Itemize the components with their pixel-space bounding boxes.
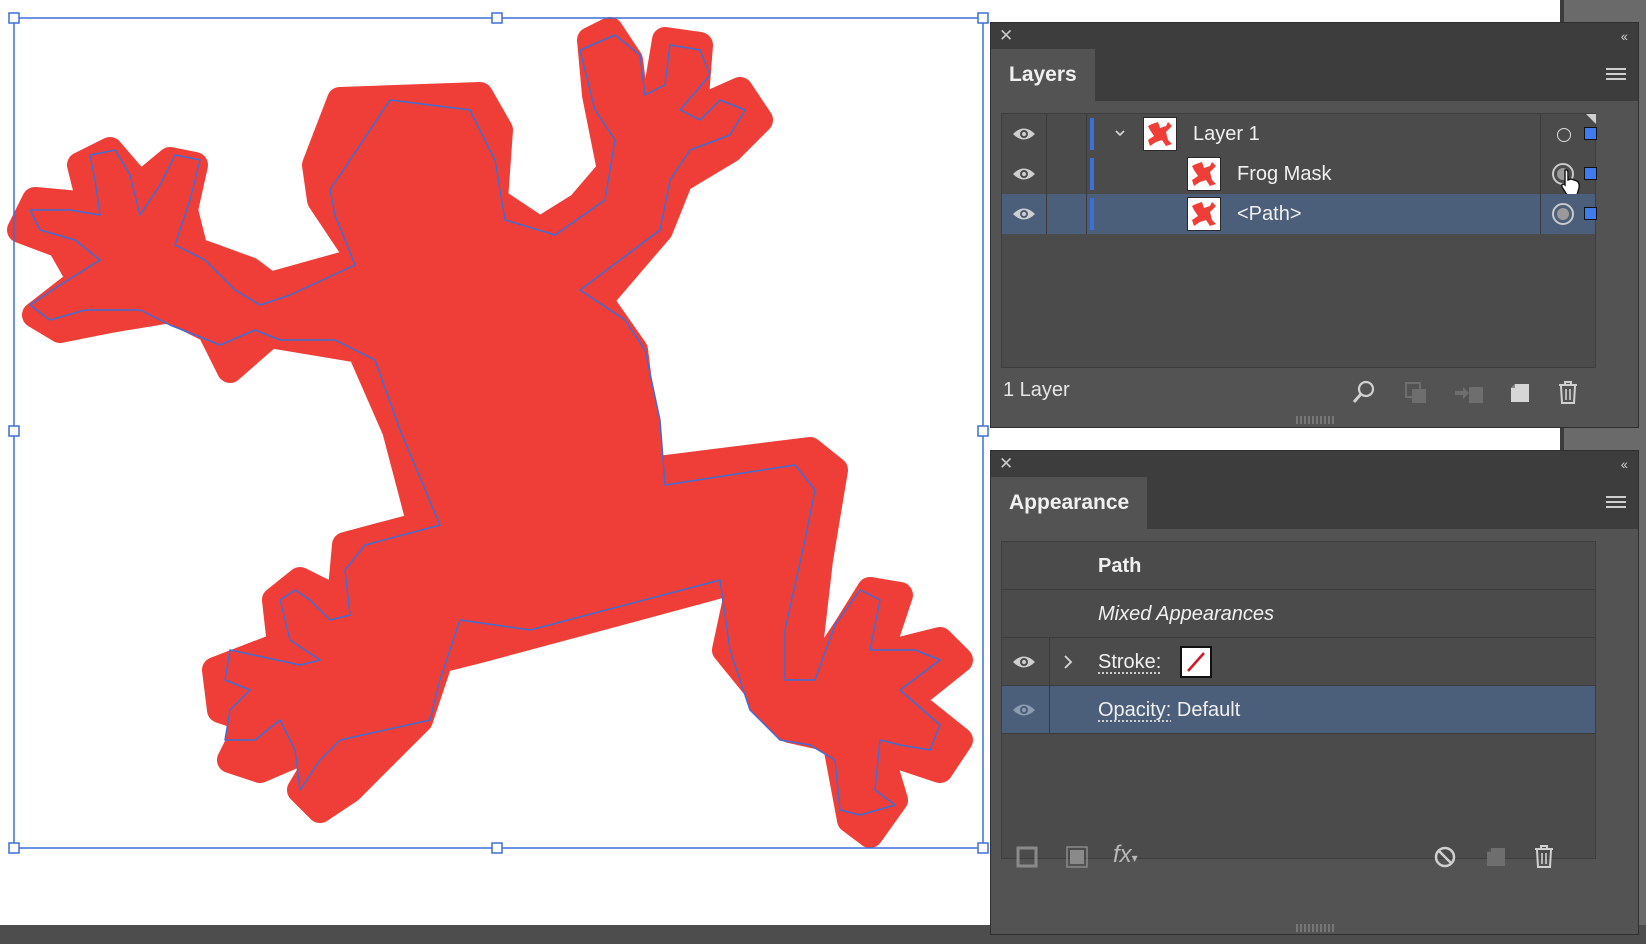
search-icon[interactable] xyxy=(1351,379,1377,405)
stroke-swatch[interactable] xyxy=(1180,646,1212,678)
layers-list[interactable]: Layer 1 Frog Mask <Path> xyxy=(1001,113,1597,368)
mixed-appearances-row: Mixed Appearances xyxy=(1002,590,1595,638)
appearance-tab-strip: Appearance xyxy=(991,477,1638,529)
eye-icon[interactable] xyxy=(1012,165,1036,183)
panel-menu-icon[interactable] xyxy=(1606,68,1626,82)
layer-name[interactable]: Frog Mask xyxy=(1237,154,1331,194)
layers-tab-strip: Layers xyxy=(991,49,1638,101)
opacity-label[interactable]: Opacity: xyxy=(1098,699,1171,721)
layer-thumbnail xyxy=(1143,117,1177,151)
appearance-panel: ✕ ‹‹ Appearance Path Mixed Appearances S… xyxy=(990,450,1639,935)
eye-icon[interactable] xyxy=(1012,205,1036,223)
mixed-appearances-label: Mixed Appearances xyxy=(1098,603,1275,625)
object-type-label: Path xyxy=(1098,555,1142,577)
layer-thumbnail xyxy=(1187,157,1221,191)
eye-icon[interactable] xyxy=(1012,125,1036,143)
appearance-list[interactable]: Path Mixed Appearances Stroke: Opacity: … xyxy=(1001,541,1596,859)
layer-color-bar xyxy=(1090,118,1094,150)
fx-icon[interactable]: fx▾ xyxy=(1113,841,1138,869)
panel-resize-grip[interactable] xyxy=(1295,924,1334,932)
clear-appearance-icon[interactable] xyxy=(1433,845,1457,869)
stroke-label[interactable]: Stroke: xyxy=(1098,638,1161,686)
add-fill-icon[interactable] xyxy=(1065,845,1089,869)
close-icon[interactable]: ✕ xyxy=(999,454,1013,474)
layer-row-frog-mask[interactable]: Frog Mask xyxy=(1002,154,1597,196)
tab-appearance[interactable]: Appearance xyxy=(991,477,1148,529)
layer-thumbnail xyxy=(1187,197,1221,231)
appearance-panel-header[interactable]: ✕ ‹‹ xyxy=(991,451,1638,477)
layers-panel-header[interactable]: ✕ ‹‹ xyxy=(991,23,1638,49)
layer-color-bar xyxy=(1090,198,1094,230)
selection-indicator[interactable] xyxy=(1584,207,1597,220)
fx-label: fx xyxy=(1113,841,1132,868)
target-circle-icon[interactable] xyxy=(1557,128,1571,142)
selection-indicator[interactable] xyxy=(1584,127,1597,140)
double-chevron-left-icon[interactable]: ‹‹ xyxy=(1621,27,1628,45)
layers-panel: ✕ ‹‹ Layers Layer 1 Frog Mask <Path> 1 L… xyxy=(990,22,1639,428)
move-to-layer-icon[interactable] xyxy=(1453,381,1485,405)
tab-layers[interactable]: Layers xyxy=(991,49,1095,101)
new-layer-icon[interactable] xyxy=(1507,381,1531,405)
stroke-row[interactable]: Stroke: xyxy=(1002,638,1595,686)
layer-name[interactable]: Layer 1 xyxy=(1193,114,1260,154)
eye-icon[interactable] xyxy=(1012,701,1036,719)
chevron-right-icon[interactable] xyxy=(1062,655,1074,669)
trash-icon[interactable] xyxy=(1556,379,1580,405)
panel-menu-icon[interactable] xyxy=(1606,496,1626,510)
duplicate-item-icon[interactable] xyxy=(1483,845,1507,869)
trash-icon[interactable] xyxy=(1532,843,1556,869)
chevron-down-icon[interactable] xyxy=(1115,128,1125,138)
target-circle-icon[interactable] xyxy=(1552,203,1574,225)
layer-row-layer-1[interactable]: Layer 1 xyxy=(1002,114,1597,154)
corner-triangle-icon xyxy=(1586,114,1596,124)
layer-row-path[interactable]: <Path> xyxy=(1002,194,1597,234)
add-stroke-icon[interactable] xyxy=(1015,845,1039,869)
double-chevron-left-icon[interactable]: ‹‹ xyxy=(1621,455,1628,473)
selection-indicator[interactable] xyxy=(1584,167,1597,180)
opacity-row[interactable]: Opacity: Default xyxy=(1002,686,1595,734)
layer-color-bar xyxy=(1090,158,1094,190)
layer-count: 1 Layer xyxy=(1003,379,1070,401)
make-clipping-mask-icon[interactable] xyxy=(1404,381,1428,405)
eye-icon[interactable] xyxy=(1012,653,1036,671)
close-icon[interactable]: ✕ xyxy=(999,26,1013,46)
object-type-row: Path xyxy=(1002,542,1595,590)
opacity-value: Default xyxy=(1176,699,1241,721)
opacity-field[interactable]: Opacity: Default xyxy=(1098,686,1240,734)
layer-name[interactable]: <Path> xyxy=(1237,194,1302,234)
panel-resize-grip[interactable] xyxy=(1295,416,1334,424)
